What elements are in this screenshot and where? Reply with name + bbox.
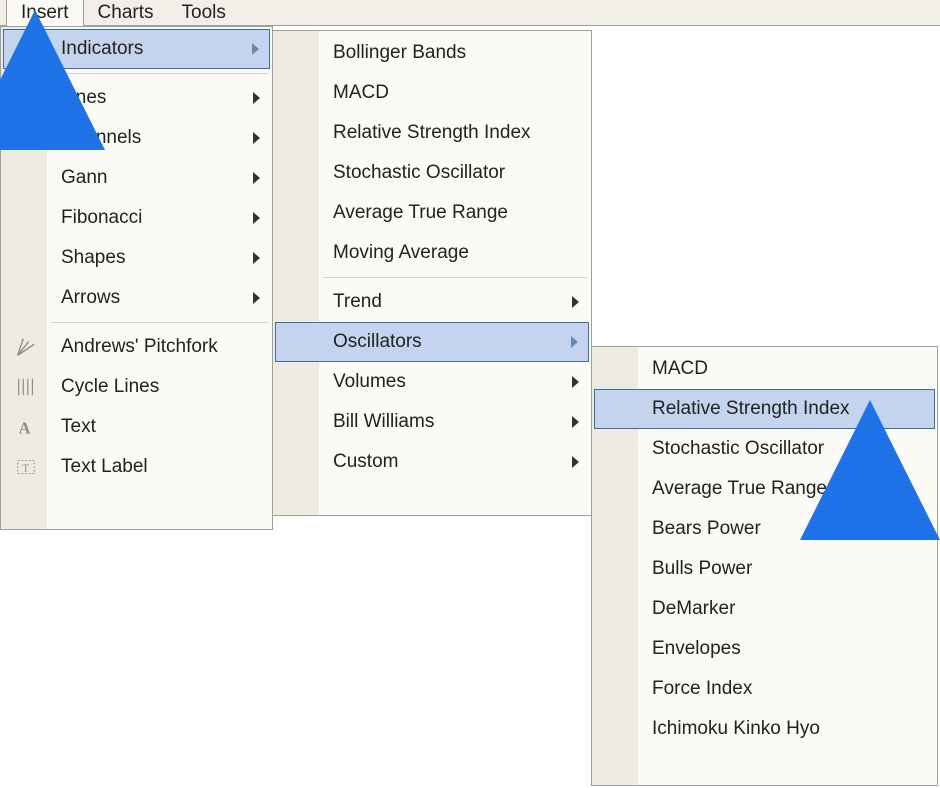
menu-item-label: Andrews' Pitchfork (61, 336, 218, 358)
menu-item-label: Relative Strength Index (333, 122, 531, 144)
menu-item-label: Ichimoku Kinko Hyo (652, 718, 820, 740)
menu-item-bollinger-bands[interactable]: Bollinger Bands (275, 33, 589, 73)
menu-item-label: Bears Power (652, 518, 761, 540)
menu-item-gann[interactable]: Gann (3, 158, 270, 198)
menu-item-label: Bulls Power (652, 558, 752, 580)
menu-item-label: Oscillators (333, 331, 422, 353)
menu-item-label: Moving Average (333, 242, 469, 264)
menu-item-oscillators[interactable]: Oscillators (275, 322, 589, 362)
svg-text:A: A (19, 418, 31, 437)
menu-item-bill-williams[interactable]: Bill Williams (275, 402, 589, 442)
menu-item-label: Fibonacci (61, 207, 142, 229)
svg-text:T: T (22, 463, 29, 475)
text-a-icon: A (13, 414, 39, 440)
menu-tools-label: Tools (182, 2, 226, 23)
menu-item-shapes[interactable]: Shapes (3, 238, 270, 278)
menu-separator (51, 322, 268, 323)
menu-item-arrows[interactable]: Arrows (3, 278, 270, 318)
submenu-arrow-icon (252, 43, 259, 55)
menu-separator (323, 277, 587, 278)
submenu-arrow-icon (572, 416, 579, 428)
menu-item-fibonacci[interactable]: Fibonacci (3, 198, 270, 238)
menu-item-macd[interactable]: MACD (594, 349, 935, 389)
menu-item-label: Shapes (61, 247, 125, 269)
text-label-icon: T (13, 454, 39, 480)
menu-item-label: Arrows (61, 287, 120, 309)
annotation-triangle-1 (0, 10, 105, 150)
menu-item-label: Text (61, 416, 96, 438)
menu-item-label: Trend (333, 291, 382, 313)
menu-item-envelopes[interactable]: Envelopes (594, 629, 935, 669)
submenu-arrow-icon (253, 132, 260, 144)
submenu-arrow-icon (572, 456, 579, 468)
menubar: Insert Charts Tools (0, 0, 940, 26)
menu-item-andrews-pitchfork[interactable]: Andrews' Pitchfork (3, 327, 270, 367)
menu-item-label: Force Index (652, 678, 752, 700)
menu-item-relative-strength-index[interactable]: Relative Strength Index (275, 113, 589, 153)
menu-item-label: Text Label (61, 456, 148, 478)
menu-item-label: Envelopes (652, 638, 741, 660)
menu-tools[interactable]: Tools (168, 0, 240, 26)
menu-item-stochastic-oscillator[interactable]: Stochastic Oscillator (275, 153, 589, 193)
menu-item-cycle-lines[interactable]: Cycle Lines (3, 367, 270, 407)
menu-item-label: Custom (333, 451, 398, 473)
submenu-arrow-icon (572, 296, 579, 308)
submenu-arrow-icon (253, 172, 260, 184)
menu-item-moving-average[interactable]: Moving Average (275, 233, 589, 273)
submenu-arrow-icon (253, 292, 260, 304)
submenu-arrow-icon (571, 336, 578, 348)
menu-item-label: Cycle Lines (61, 376, 159, 398)
menu-item-label: DeMarker (652, 598, 735, 620)
menu-item-ichimoku-kinko-hyo[interactable]: Ichimoku Kinko Hyo (594, 709, 935, 749)
menu-item-force-index[interactable]: Force Index (594, 669, 935, 709)
menu-item-label: Bollinger Bands (333, 42, 466, 64)
menu-item-label: Gann (61, 167, 107, 189)
menu-item-volumes[interactable]: Volumes (275, 362, 589, 402)
menu-item-trend[interactable]: Trend (275, 282, 589, 322)
menu-item-macd[interactable]: MACD (275, 73, 589, 113)
menu-item-label: Bill Williams (333, 411, 434, 433)
submenu-arrow-icon (572, 376, 579, 388)
menu-item-custom[interactable]: Custom (275, 442, 589, 482)
menu-item-text[interactable]: A Text (3, 407, 270, 447)
annotation-triangle-2 (800, 400, 940, 540)
menu-item-label: MACD (333, 82, 389, 104)
menu-item-bulls-power[interactable]: Bulls Power (594, 549, 935, 589)
cycle-icon (13, 374, 39, 400)
submenu-arrow-icon (253, 252, 260, 264)
menu-item-label: Stochastic Oscillator (652, 438, 824, 460)
submenu-arrow-icon (253, 92, 260, 104)
menu-item-label: Volumes (333, 371, 406, 393)
menu-item-label: Stochastic Oscillator (333, 162, 505, 184)
menu-item-label: Average True Range (333, 202, 508, 224)
pitchfork-icon (13, 334, 39, 360)
menu-item-demarker[interactable]: DeMarker (594, 589, 935, 629)
menu-charts-label: Charts (98, 2, 154, 23)
dropdown-indicators: Bollinger Bands MACD Relative Strength Ind… (272, 30, 592, 516)
menu-item-average-true-range[interactable]: Average True Range (275, 193, 589, 233)
submenu-arrow-icon (253, 212, 260, 224)
menu-item-label: MACD (652, 358, 708, 380)
menu-item-text-label[interactable]: T Text Label (3, 447, 270, 487)
